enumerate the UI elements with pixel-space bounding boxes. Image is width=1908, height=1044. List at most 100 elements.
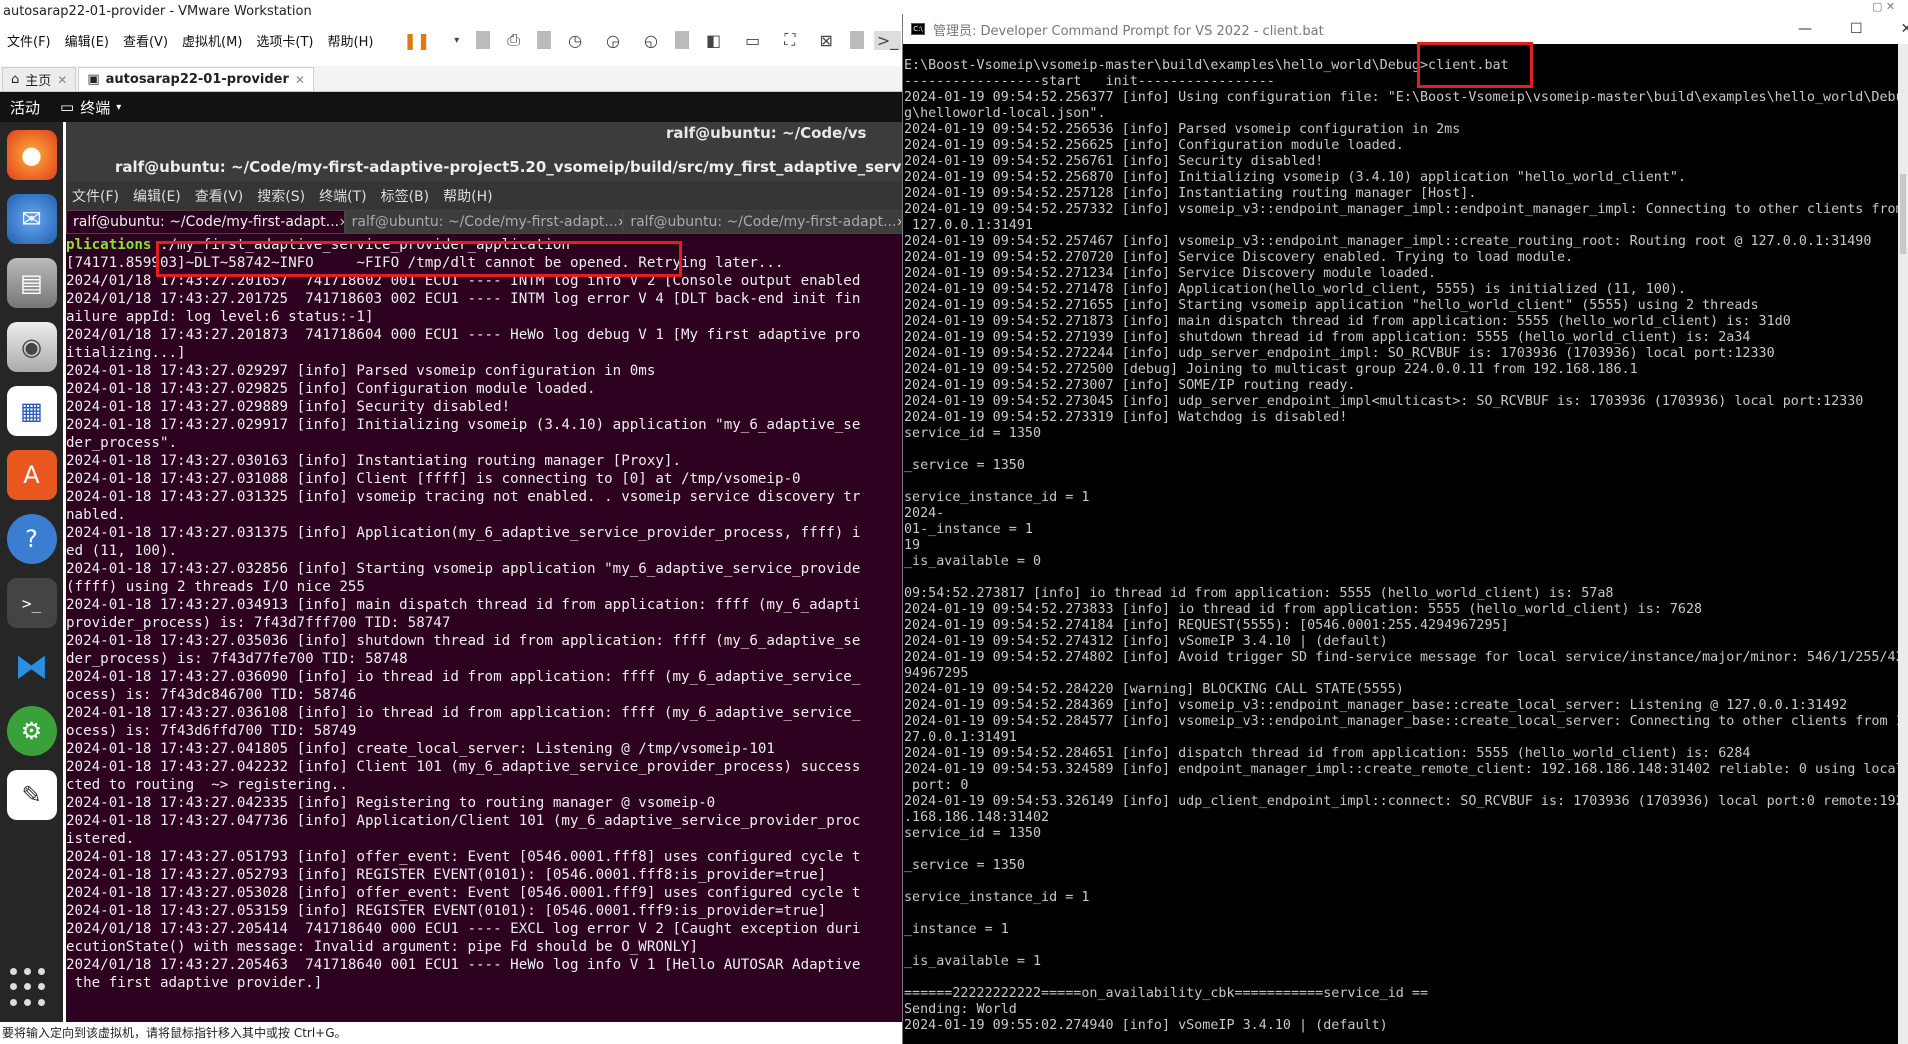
- highlight-box-client-bat: [1417, 42, 1533, 88]
- terminal-line: 2024-01-18 17:43:27.053159 [info] REGIST…: [66, 903, 827, 919]
- cmd-line: _is_available = 1: [904, 954, 1042, 969]
- activities-button[interactable]: 活动: [0, 97, 60, 118]
- tab-home[interactable]: ⌂ 主页 ✕: [2, 67, 77, 91]
- terminal-line: 2024-01-18 17:43:27.029825 [info] Config…: [66, 381, 596, 397]
- highlight-box-command: [156, 241, 682, 277]
- cmd-line: 2024-01-19 09:54:52.256761 [info] Securi…: [904, 154, 1324, 169]
- terminal-line: provider_process) is: 7f43d7fff700 TID: …: [66, 615, 451, 631]
- firefox-icon[interactable]: ●: [6, 130, 57, 180]
- terminal-menu-file[interactable]: 文件(F): [72, 186, 119, 206]
- scrollbar-thumb[interactable]: [1900, 174, 1906, 254]
- terminal-line: 2024-01-18 17:43:27.047736 [info] Applic…: [66, 813, 861, 829]
- send-ctrl-alt-del-icon[interactable]: ⎙: [500, 30, 527, 50]
- terminal-line: 2024-01-18 17:43:27.031325 [info] vsomei…: [66, 489, 861, 505]
- terminal-line: 2024-01-18 17:43:27.031375 [info] Applic…: [66, 525, 861, 541]
- app-menu[interactable]: ▭ 终端 ▾: [60, 97, 121, 118]
- terminal-menu-edit[interactable]: 编辑(E): [133, 186, 181, 206]
- cmd-scrollbar[interactable]: [1898, 44, 1908, 1044]
- menu-edit[interactable]: 编辑(E): [58, 31, 116, 50]
- terminal-menu-search[interactable]: 搜索(S): [257, 186, 305, 206]
- cmd-line: service_id = 1350: [904, 826, 1042, 841]
- cmd-line: 2024-01-19 09:54:52.271655 [info] Starti…: [904, 298, 1759, 313]
- writer-icon[interactable]: ▦: [6, 386, 57, 436]
- cmd-window: C:\ 管理员: Developer Command Prompt for VS…: [902, 14, 1908, 1044]
- menu-vm[interactable]: 虚拟机(M): [175, 31, 249, 50]
- menu-help[interactable]: 帮助(H): [321, 31, 381, 50]
- cmd-line: 2024-01-19 09:55:02.274940 [info] vSomeI…: [904, 1018, 1388, 1033]
- close-icon[interactable]: ✕: [57, 73, 67, 87]
- pause-icon[interactable]: ❚❚: [396, 31, 437, 50]
- terminal-menu-tabs[interactable]: 标签(B): [381, 186, 430, 206]
- terminal-line: 2024-01-18 17:43:27.032856 [info] Starti…: [66, 561, 861, 577]
- help-icon[interactable]: ?: [6, 514, 57, 564]
- terminal-line: 2024-01-18 17:43:27.029889 [info] Securi…: [66, 399, 511, 415]
- cmd-titlebar: C:\ 管理员: Developer Command Prompt for VS…: [903, 14, 1908, 44]
- cmd-line: 2024-01-19 09:54:52.274802 [info] Avoid …: [904, 650, 1904, 665]
- software-icon[interactable]: A: [6, 450, 57, 500]
- revert-snapshot-icon[interactable]: ◶: [599, 31, 627, 50]
- chevron-down-icon: ▾: [116, 101, 122, 113]
- terminal-line: 2024-01-18 17:43:27.042232 [info] Client…: [66, 759, 861, 775]
- gear-app-icon[interactable]: ⚙: [6, 706, 57, 756]
- cmd-line: 2024-01-19 09:54:52.271234 [info] Servic…: [904, 266, 1437, 281]
- vmware-window-controls[interactable]: ▢ ✕: [1872, 0, 1895, 13]
- library-icon[interactable]: ◧: [699, 31, 728, 50]
- text-editor-icon[interactable]: ✎: [6, 770, 57, 820]
- close-icon[interactable]: ✕: [295, 73, 305, 87]
- show-applications-icon[interactable]: [10, 968, 50, 1008]
- terminal-line: ed (11, 100).: [66, 543, 178, 559]
- cmd-line: 2024-01-19 09:54:52.256536 [info] Parsed…: [904, 122, 1461, 137]
- files-icon[interactable]: ▤: [6, 258, 57, 308]
- terminal-tab[interactable]: ralf@ubuntu: ~/Code/my-first-adapt...✕: [344, 210, 624, 234]
- terminal-menu-help[interactable]: 帮助(H): [443, 186, 492, 206]
- tab-vm[interactable]: ▣ autosarap22-01-provider ✕: [78, 67, 314, 91]
- cmd-line: 2024-01-19 09:54:52.274184 [info] REQUES…: [904, 618, 1509, 633]
- dropdown-icon[interactable]: ▾: [447, 35, 466, 46]
- rhythmbox-icon[interactable]: ◉: [6, 322, 57, 372]
- terminal-line: ecutionState() with message: Invalid arg…: [66, 939, 699, 955]
- snapshot-manager-icon[interactable]: ◵: [637, 31, 665, 50]
- cmd-line: g\helloworld-local.json".: [904, 106, 1106, 121]
- cmd-line: service_id = 1350: [904, 426, 1042, 441]
- terminal-icon[interactable]: >_: [6, 578, 57, 628]
- cmd-line: ======22222222222=====on_availability_cb…: [904, 986, 1429, 1001]
- cmd-line: 2024-01-19 09:54:52.274312 [info] vSomeI…: [904, 634, 1388, 649]
- vmware-toolbar: ❚❚ ▾ ⎙ ◷ ◶ ◵ ◧ ▭ ⛶ ⊠ >_ ⤢ ▾: [396, 30, 902, 50]
- menu-file[interactable]: 文件(F): [0, 31, 58, 50]
- cmd-line: _service = 1350: [904, 458, 1025, 473]
- console-view-icon[interactable]: >_: [873, 30, 902, 50]
- cmd-prompt: E:\Boost-Vsomeip\vsomeip-master\build\ex…: [904, 58, 1429, 73]
- fullscreen-icon[interactable]: ⛶: [777, 30, 802, 50]
- terminal-menu-view[interactable]: 查看(V): [195, 186, 244, 206]
- menu-view[interactable]: 查看(V): [116, 31, 175, 50]
- cmd-line: 27.0.0.1:31491: [904, 730, 1017, 745]
- terminal-line: 2024-01-18 17:43:27.030163 [info] Instan…: [66, 453, 681, 469]
- terminal-tab[interactable]: ralf@ubuntu: ~/Code/my-first-adapt...✕: [623, 210, 903, 234]
- cmd-output[interactable]: E:\Boost-Vsomeip\vsomeip-master\build\ex…: [903, 44, 1908, 1044]
- vscode-icon[interactable]: ⧓: [7, 642, 57, 692]
- terminal-menu-terminal[interactable]: 终端(T): [319, 186, 366, 206]
- thunderbird-icon[interactable]: ✉: [6, 194, 57, 244]
- terminal-tab-bar: ralf@ubuntu: ~/Code/my-first-adapt...✕ r…: [66, 210, 903, 234]
- terminal-line: 2024-01-18 17:43:27.034913 [info] main d…: [66, 597, 861, 613]
- menu-tabs[interactable]: 选项卡(T): [249, 31, 320, 50]
- terminal-line: 2024/01/18 17:43:27.201725 741718603 002…: [66, 291, 861, 307]
- cmd-line: 2024-01-19 09:54:52.273045 [info] udp_se…: [904, 394, 1864, 409]
- terminal-line: 2024-01-18 17:43:27.051793 [info] offer_…: [66, 849, 861, 865]
- close-icon[interactable]: ✕: [1901, 14, 1908, 44]
- vmware-status-bar: 要将输入定向到该虚拟机，请将鼠标指针移入其中或按 Ctrl+G。: [0, 1022, 902, 1044]
- cmd-line: -----------------start init-------------…: [904, 74, 1275, 89]
- thumbnail-icon[interactable]: ▭: [738, 31, 767, 50]
- snapshot-icon[interactable]: ◷: [561, 31, 589, 50]
- unity-icon[interactable]: ⊠: [812, 31, 839, 50]
- vmware-tab-bar: ⌂ 主页 ✕ ▣ autosarap22-01-provider ✕: [0, 66, 902, 92]
- terminal-line: der_process) is: 7f43d77fe700 TID: 58748: [66, 651, 408, 667]
- terminal-line: 2024-01-18 17:43:27.053028 [info] offer_…: [66, 885, 861, 901]
- cmd-line: 2024-: [904, 506, 945, 521]
- cmd-line: _instance = 1: [904, 922, 1009, 937]
- terminal-tab[interactable]: ralf@ubuntu: ~/Code/my-first-adapt...✕: [66, 210, 345, 234]
- minimize-icon[interactable]: —: [1798, 14, 1812, 44]
- terminal-line: cted to routing ~> registering..: [66, 777, 348, 793]
- maximize-icon[interactable]: ☐: [1850, 14, 1863, 44]
- terminal-output[interactable]: plications ./my_first_adaptive_service_p…: [66, 234, 902, 1021]
